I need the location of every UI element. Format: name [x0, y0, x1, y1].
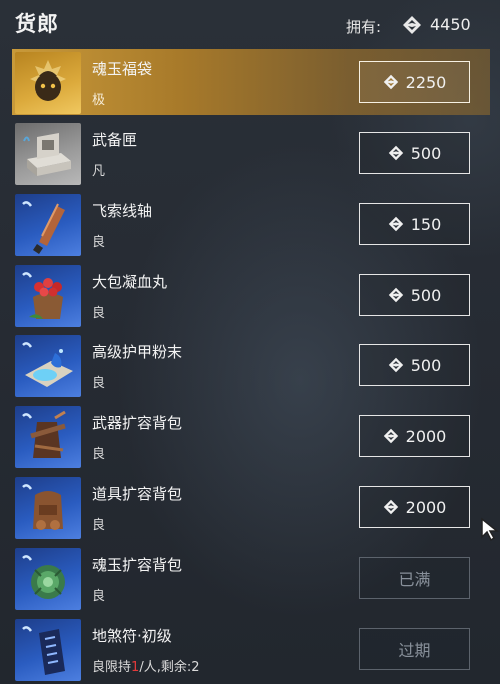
buy-button[interactable]: 2000: [359, 486, 470, 528]
item-grade: 极: [92, 93, 106, 108]
item-grade: 良: [92, 447, 106, 462]
jade-backpack-icon: [15, 548, 81, 610]
expired-button-label: 过期: [398, 641, 431, 660]
shop-item-row[interactable]: 魂玉福袋 极 2250: [12, 49, 490, 115]
price-value: 500: [410, 355, 442, 375]
item-name: 武备匣: [92, 131, 138, 149]
buy-button[interactable]: 2000: [359, 415, 470, 457]
shop-item-row[interactable]: 地煞符·初级 良限持1/人,剩余:2 过期: [12, 616, 490, 682]
weapon-chest-icon: [15, 123, 81, 185]
hold-limit-prefix: 限持: [105, 660, 132, 675]
full-button[interactable]: 已满: [359, 557, 470, 599]
item-name: 武器扩容背包: [92, 414, 183, 432]
soul-jade-icon: [383, 499, 398, 515]
soul-jade-icon: [383, 428, 398, 444]
shop-item-row[interactable]: 魂玉扩容背包 良 已满: [12, 545, 490, 611]
item-name: 地煞符·初级: [92, 627, 172, 645]
shop-item-row[interactable]: 高级护甲粉末 良 500: [12, 332, 490, 398]
price-value: 150: [410, 214, 442, 234]
lucky-bag-icon: [15, 52, 81, 114]
shop-item-row[interactable]: 大包凝血丸 良 500: [12, 262, 490, 328]
item-name: 高级护甲粉末: [92, 343, 183, 361]
talisman-icon: [15, 619, 81, 681]
item-grade: 良: [92, 376, 106, 391]
item-name: 魂玉福袋: [92, 60, 153, 78]
item-name: 飞索线轴: [92, 202, 153, 220]
soul-jade-icon: [388, 357, 403, 373]
item-grade: 良: [92, 235, 106, 250]
shop-title: 货郎: [15, 12, 59, 36]
buy-button[interactable]: 500: [359, 344, 470, 386]
item-name: 魂玉扩容背包: [92, 556, 183, 574]
item-name: 大包凝血丸: [92, 273, 168, 291]
full-button-label: 已满: [398, 570, 431, 589]
item-grade-with-limit: 良限持1/人,剩余:2: [92, 656, 199, 675]
mouse-cursor-icon: [481, 517, 500, 541]
shop-item-row[interactable]: 飞索线轴 良 150: [12, 191, 490, 257]
soul-jade-icon: [388, 145, 403, 161]
price-value: 500: [410, 143, 442, 163]
buy-button[interactable]: 500: [359, 274, 470, 316]
shop-item-row[interactable]: 道具扩容背包 良 2000: [12, 474, 490, 540]
owned-currency-value: 4450: [430, 15, 471, 34]
price-value: 2000: [405, 497, 447, 517]
shop-header: 货郎 拥有: 4450: [0, 0, 500, 48]
soul-jade-icon: [383, 74, 398, 90]
expired-button[interactable]: 过期: [359, 628, 470, 670]
item-grade: 良: [92, 306, 106, 321]
soul-jade-icon: [388, 216, 403, 232]
item-name: 道具扩容背包: [92, 485, 183, 503]
buy-button[interactable]: 500: [359, 132, 470, 174]
blood-pill-sack-icon: [15, 265, 81, 327]
item-backpack-icon: [15, 477, 81, 539]
owned-label: 拥有:: [346, 18, 382, 36]
soul-jade-icon: [403, 16, 421, 34]
shop-item-row[interactable]: 武备匣 凡 500: [12, 120, 490, 186]
price-value: 500: [410, 285, 442, 305]
price-value: 2000: [405, 426, 447, 446]
weapon-backpack-icon: [15, 406, 81, 468]
buy-button[interactable]: 150: [359, 203, 470, 245]
item-grade: 良: [92, 589, 106, 604]
buy-button[interactable]: 2250: [359, 61, 470, 103]
item-grade: 良: [92, 518, 106, 533]
shop-item-row[interactable]: 武器扩容背包 良 2000: [12, 403, 490, 469]
rope-spool-icon: [15, 194, 81, 256]
soul-jade-icon: [388, 287, 403, 303]
item-grade: 凡: [92, 164, 106, 179]
armor-powder-icon: [15, 335, 81, 397]
hold-limit-suffix: /人,剩余:2: [139, 660, 200, 675]
price-value: 2250: [405, 72, 447, 92]
item-grade: 良: [92, 660, 106, 675]
